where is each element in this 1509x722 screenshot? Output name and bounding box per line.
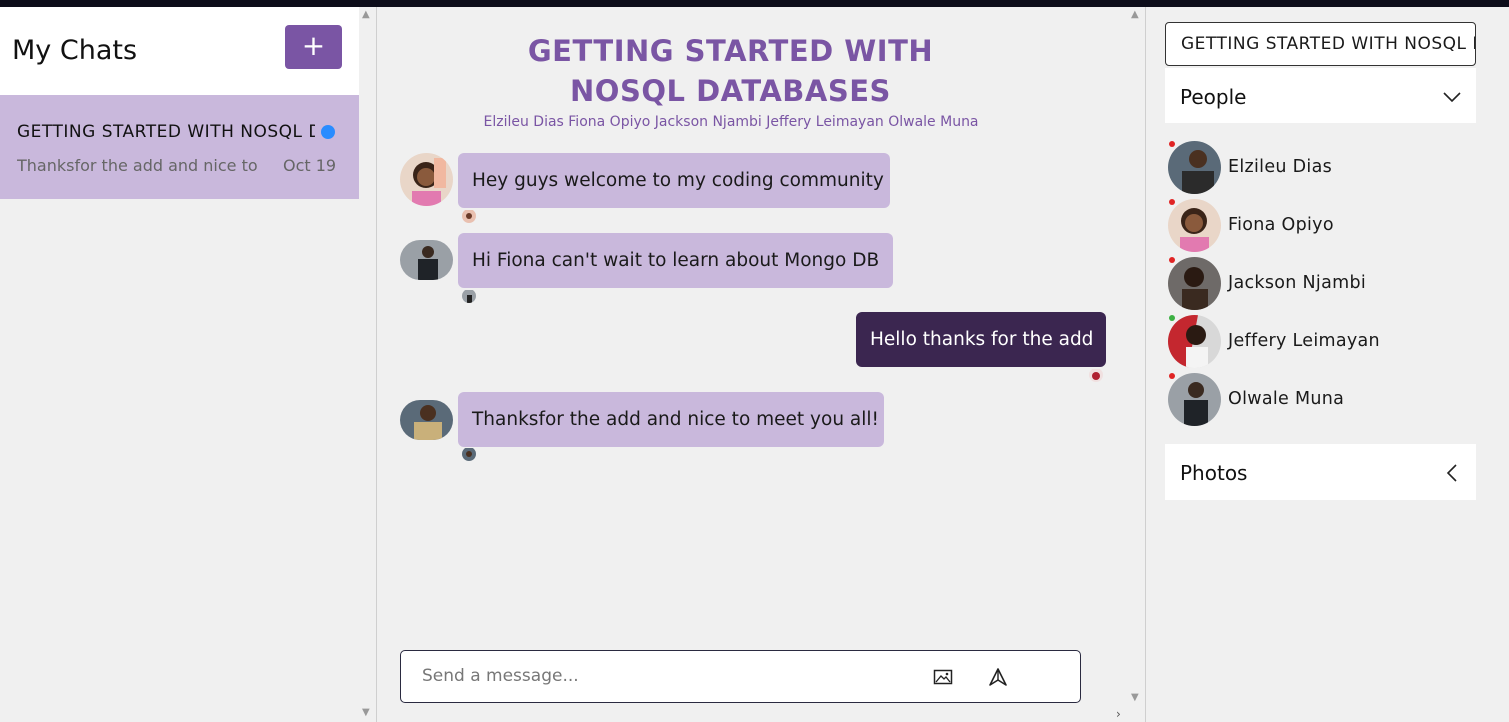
message-bubble: Hey guys welcome to my coding community [458,153,890,208]
scroll-down-arrow[interactable]: ▼ [1131,692,1139,703]
photos-label: Photos [1180,461,1248,485]
chat-details-panel: GETTING STARTED WITH NOSQL DATABASES Peo… [1147,7,1509,722]
chat-list-title: My Chats [12,35,138,66]
message-bubble-own: Hello thanks for the add [856,312,1106,367]
person-item[interactable]: Jeffery Leimayan [1168,315,1468,369]
avatar [1168,373,1221,426]
new-chat-button[interactable]: + [285,25,342,69]
unread-indicator [321,125,335,139]
avatar [1168,315,1221,368]
chat-item-name: GETTING STARTED WITH NOSQL DATABASES [17,122,315,142]
read-receipt-avatar [462,447,476,461]
read-receipt-avatar [1089,368,1103,382]
status-dot [1169,373,1175,379]
photos-section-header[interactable]: Photos [1165,444,1476,500]
image-upload-icon[interactable] [933,668,953,686]
person-name: Jeffery Leimayan [1228,331,1380,351]
message-bubble: Hi Fiona can't wait to learn about Mongo… [458,233,893,288]
scroll-up-arrow[interactable]: ▲ [362,9,370,20]
person-name: Olwale Muna [1228,389,1345,409]
message-input[interactable]: Send a message... [422,666,579,686]
people-section-header[interactable]: People [1165,68,1476,123]
read-receipt-avatar [462,209,476,223]
scroll-up-arrow[interactable]: ▲ [1131,9,1139,20]
person-name: Elzileu Dias [1228,157,1333,177]
scroll-right-arrow[interactable]: › [1116,707,1121,721]
chat-title-field[interactable]: GETTING STARTED WITH NOSQL DATABASES [1165,22,1476,66]
avatar [1168,199,1221,252]
chat-list-header: My Chats + [0,7,359,95]
chat-feed-panel: GETTING STARTED WITH NOSQL DATABASES Elz… [378,7,1146,722]
person-item[interactable]: Elzileu Dias [1168,141,1468,195]
people-label: People [1180,85,1247,109]
chevron-left-icon [1442,463,1462,483]
window-top-bar [0,0,1509,7]
chat-item-date: Oct 19 [283,156,337,175]
person-item[interactable]: Jackson Njambi [1168,257,1468,311]
send-icon[interactable] [988,667,1008,687]
message-bubble: Thanksfor the add and nice to meet you a… [458,392,884,447]
avatar [1168,141,1221,194]
olwale-avatar[interactable] [400,240,453,280]
message-composer[interactable]: Send a message... [400,650,1081,703]
chat-list-item[interactable]: GETTING STARTED WITH NOSQL DATABASES Tha… [0,95,359,199]
status-dot [1169,257,1175,263]
chat-title: GETTING STARTED WITH NOSQL DATABASES [527,34,934,108]
elzileu-avatar[interactable] [400,400,453,440]
person-name: Fiona Opiyo [1228,215,1334,235]
chat-members: Elzileu Dias Fiona Opiyo Jackson Njambi … [483,114,979,130]
person-item[interactable]: Olwale Muna [1168,373,1468,427]
avatar [1168,257,1221,310]
status-dot [1169,141,1175,147]
fiona-avatar[interactable] [400,153,453,206]
scroll-down-arrow[interactable]: ▼ [362,707,370,718]
chevron-down-icon [1442,87,1462,107]
chat-item-preview: Thanksfor the add and nice to meet you a… [17,156,257,175]
status-dot [1169,315,1175,321]
read-receipt-avatar [462,289,476,303]
person-name: Jackson Njambi [1228,273,1367,293]
person-item[interactable]: Fiona Opiyo [1168,199,1468,253]
chat-list-panel: My Chats + GETTING STARTED WITH NOSQL DA… [0,7,377,722]
status-dot [1169,199,1175,205]
